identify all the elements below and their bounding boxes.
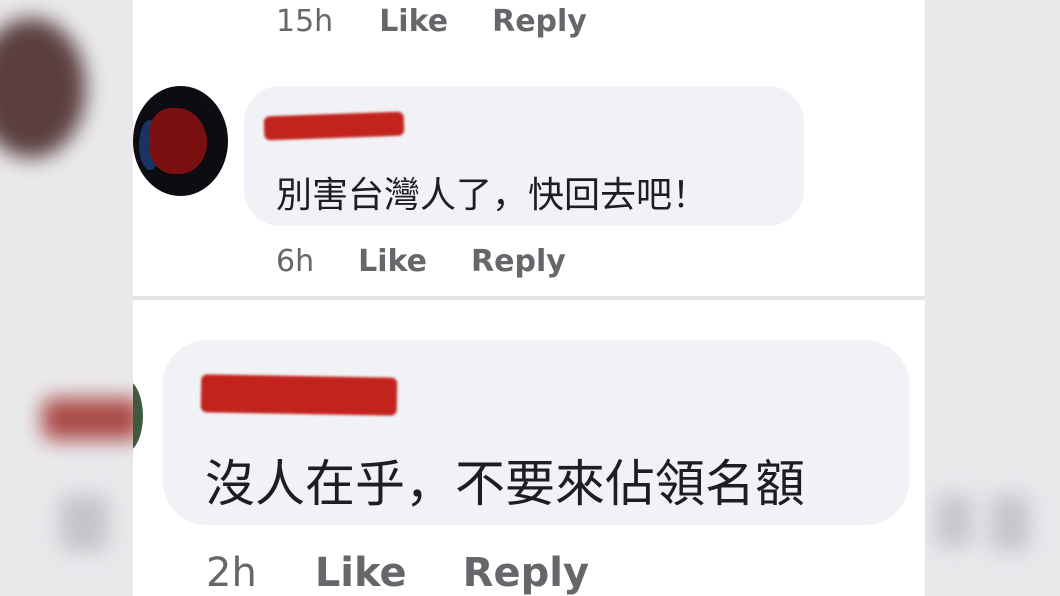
screenshot-divider [133,296,925,300]
commenter-avatar[interactable] [133,86,228,196]
comment-bubble: 沒人在乎，不要來佔領名額 [163,340,909,525]
avatar-redaction [149,108,207,174]
comment-actions-0: 15h Like Reply [276,4,587,39]
comment-text: 沒人在乎，不要來佔領名額 [205,455,805,513]
redacted-author-name [200,374,398,416]
like-button[interactable]: Like [358,244,427,279]
reply-button[interactable]: Reply [463,550,589,596]
comment-actions-2: 2h Like Reply [206,550,589,596]
comment-timestamp: 2h [206,550,257,596]
comment-bubble: 別害台灣人了，快回去吧！ [244,86,804,226]
comment-actions-1: 6h Like Reply [276,244,566,279]
reply-button[interactable]: Reply [471,244,566,279]
redacted-author-name [263,111,405,141]
comment-timestamp: 6h [276,244,315,279]
blurred-redaction-left [42,398,142,440]
comment-timestamp: 15h [276,4,334,39]
like-button[interactable]: Like [379,4,448,39]
commenter-avatar[interactable] [133,378,143,454]
comment-thread-panel: 15h Like Reply 別害台灣人了，快回去吧！ 6h Like Repl… [133,0,925,596]
blurred-backdrop-right-2 [990,495,1030,551]
blurred-avatar-left [0,18,86,158]
blurred-backdrop-left [60,495,108,551]
comment-text: 別害台灣人了，快回去吧！ [276,175,709,216]
like-button[interactable]: Like [315,550,407,596]
blurred-backdrop-right-1 [936,495,972,547]
reply-button[interactable]: Reply [492,4,587,39]
